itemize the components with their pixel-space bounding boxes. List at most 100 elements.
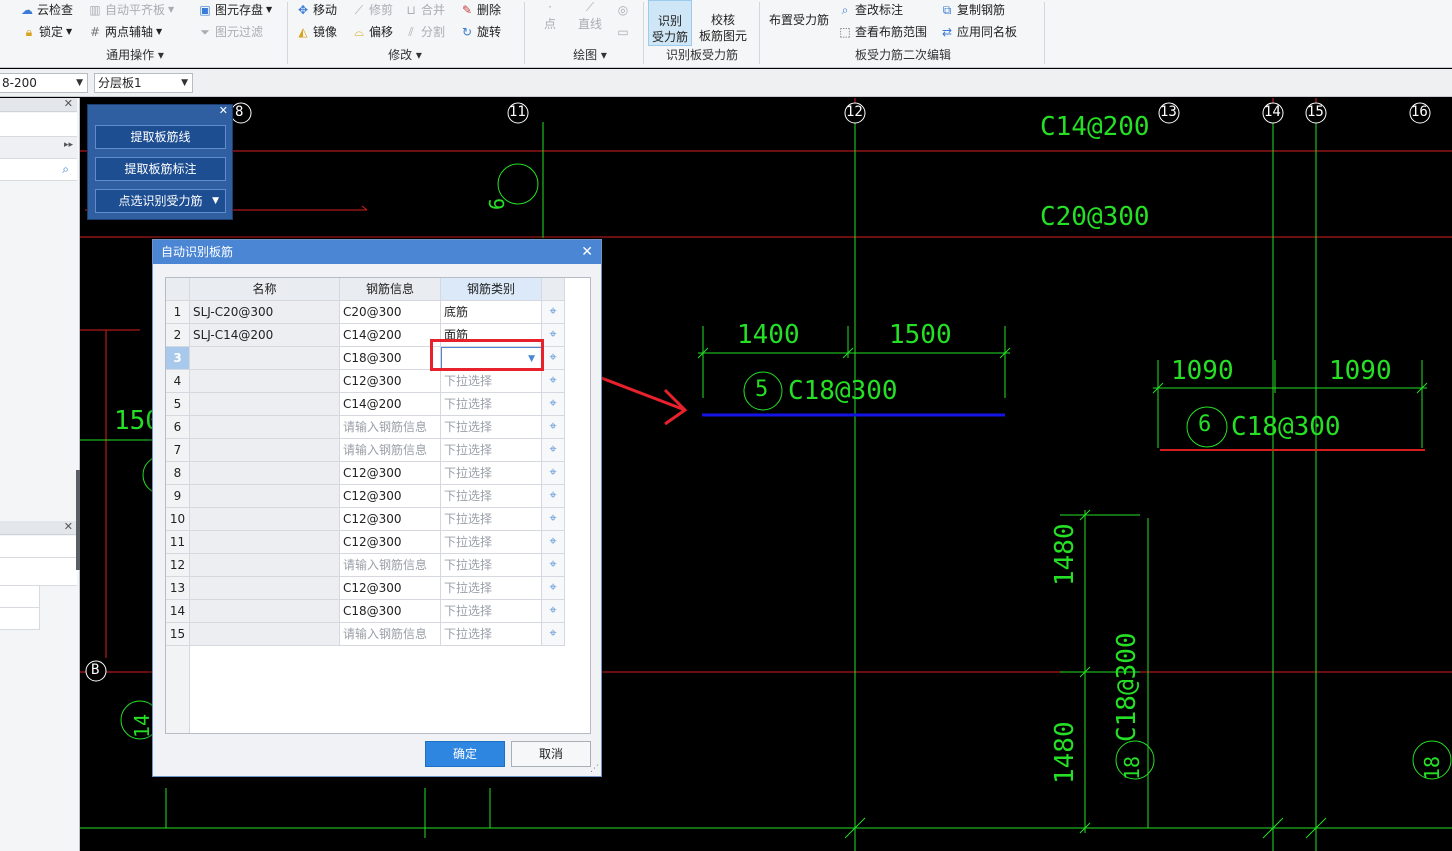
name-cell[interactable] (190, 439, 340, 462)
rebar-type-cell[interactable]: 下拉选择 (441, 554, 542, 577)
view-range-button[interactable]: ⬚ 查看布筋范围 (838, 22, 927, 42)
name-cell[interactable] (190, 393, 340, 416)
place-rebar-button[interactable]: 布置受力筋 (766, 0, 832, 46)
locate-icon[interactable]: ⌖ (542, 600, 565, 623)
point-identify-rebar-button[interactable]: 点选识别受力筋 ▼ (95, 189, 226, 213)
locate-icon[interactable]: ⌖ (542, 577, 565, 600)
layer-select[interactable]: 分层板1 ▼ (94, 73, 193, 93)
move-button[interactable]: ✥ 移动 (296, 0, 337, 20)
rebar-type-cell[interactable]: 下拉选择 (441, 508, 542, 531)
draw-rect-button[interactable]: ▭ (616, 22, 630, 42)
rebar-info-cell[interactable]: C14@200 (340, 324, 441, 347)
element-filter-button[interactable]: ⏷ 图元过滤 (198, 22, 263, 42)
group-label-general[interactable]: 通用操作 ▾ (80, 46, 190, 64)
rebar-info-cell[interactable]: C12@300 (340, 577, 441, 600)
close-icon[interactable]: ✕ (581, 240, 593, 264)
locate-icon[interactable]: ⌖ (542, 554, 565, 577)
rebar-info-cell[interactable]: C18@300 (340, 600, 441, 623)
ok-button[interactable]: 确定 (425, 741, 505, 767)
name-cell[interactable] (190, 416, 340, 439)
locate-icon[interactable]: ⌖ (542, 416, 565, 439)
locate-icon[interactable]: ⌖ (542, 623, 565, 646)
rebar-info-cell[interactable]: 请输入钢筋信息 (340, 623, 441, 646)
rebar-info-cell[interactable]: 请输入钢筋信息 (340, 416, 441, 439)
offset-button[interactable]: ⌓ 偏移 (352, 22, 393, 42)
close-icon[interactable]: ✕ (64, 520, 73, 533)
header-name[interactable]: 名称 (190, 278, 340, 301)
copy-rebar-button[interactable]: ⧉ 复制钢筋 (940, 0, 1005, 20)
rebar-type-cell[interactable]: 下拉选择 (441, 439, 542, 462)
rebar-type-cell[interactable]: 下拉选择 (441, 600, 542, 623)
check-rebar-element-button[interactable]: 校核 板筋图元 (696, 0, 750, 46)
name-cell[interactable] (190, 623, 340, 646)
rebar-info-cell[interactable]: C20@300 (340, 301, 441, 324)
locate-icon[interactable]: ⌖ (542, 347, 565, 370)
rebar-type-cell[interactable]: 下拉选择 (441, 531, 542, 554)
rebar-type-cell[interactable]: 下拉选择 (441, 370, 542, 393)
identify-rebar-button[interactable]: 识别 受力筋 (648, 0, 692, 46)
rotate-button[interactable]: ↻ 旋转 (460, 22, 501, 42)
group-label-draw[interactable]: 绘图 ▾ (540, 46, 640, 64)
locate-icon[interactable]: ⌖ (542, 370, 565, 393)
name-cell[interactable] (190, 508, 340, 531)
name-cell[interactable]: SLJ-C20@300 (190, 301, 340, 324)
auto-align-slab-button[interactable]: ▥ 自动平齐板 ▼ (88, 0, 174, 20)
expand-icon[interactable]: ▸▸ (64, 140, 73, 150)
rebar-info-cell[interactable]: C12@300 (340, 462, 441, 485)
locate-icon[interactable]: ⌖ (542, 462, 565, 485)
locate-icon[interactable]: ⌖ (542, 485, 565, 508)
locate-icon[interactable]: ⌖ (542, 393, 565, 416)
draw-point-button[interactable]: · 点 (543, 0, 557, 31)
locate-icon[interactable]: ⌖ (542, 439, 565, 462)
resize-grip-icon[interactable]: ⋰ (590, 764, 599, 774)
close-icon[interactable]: ✕ (64, 97, 73, 110)
change-label-button[interactable]: ⌕ 查改标注 (838, 0, 903, 20)
rebar-info-cell[interactable]: C18@300 (340, 347, 441, 370)
split-button[interactable]: ⫽ 分割 (404, 22, 445, 42)
rebar-info-cell[interactable]: 请输入钢筋信息 (340, 439, 441, 462)
name-cell[interactable] (190, 485, 340, 508)
cloud-check-button[interactable]: ☁ 云检查 (20, 0, 73, 20)
header-rebar-info[interactable]: 钢筋信息 (340, 278, 441, 301)
rebar-info-cell[interactable]: 请输入钢筋信息 (340, 554, 441, 577)
search-icon[interactable]: ⌕ (62, 162, 69, 177)
name-cell[interactable] (190, 531, 340, 554)
apply-same-name-button[interactable]: ⇄ 应用同名板 (940, 22, 1017, 42)
name-cell[interactable]: SLJ-C14@200 (190, 324, 340, 347)
rebar-type-cell[interactable]: 下拉选择 (441, 577, 542, 600)
header-rebar-type[interactable]: 钢筋类别 (441, 278, 542, 301)
name-cell[interactable] (190, 554, 340, 577)
rebar-type-cell[interactable]: 底筋 (441, 301, 542, 324)
name-cell[interactable] (190, 600, 340, 623)
locate-icon[interactable]: ⌖ (542, 531, 565, 554)
name-cell[interactable] (190, 577, 340, 600)
locate-icon[interactable]: ⌖ (542, 301, 565, 324)
rebar-type-cell[interactable]: 下拉选择 (441, 462, 542, 485)
name-cell[interactable] (190, 370, 340, 393)
component-select[interactable]: 8-200 ▼ (0, 73, 88, 93)
merge-button[interactable]: ⊔ 合并 (404, 0, 445, 20)
rebar-info-cell[interactable]: C14@200 (340, 393, 441, 416)
group-label-modify[interactable]: 修改 ▾ (350, 46, 460, 64)
draw-arc-button[interactable]: ◎ (616, 0, 630, 20)
delete-button[interactable]: ✎ 删除 (460, 0, 501, 20)
mirror-button[interactable]: ◭ 镜像 (296, 22, 337, 42)
rebar-type-cell[interactable]: 下拉选择 (441, 485, 542, 508)
rebar-type-cell[interactable]: 下拉选择 (441, 623, 542, 646)
trim-button[interactable]: ⟋ 修剪 (352, 0, 393, 20)
element-store-button[interactable]: ▣ 图元存盘 ▼ (198, 0, 272, 20)
draw-line-button[interactable]: ⟋ 直线 (578, 0, 602, 31)
rebar-type-cell[interactable]: 下拉选择 (441, 416, 542, 439)
rebar-info-cell[interactable]: C12@300 (340, 531, 441, 554)
name-cell[interactable] (190, 347, 340, 370)
locate-icon[interactable]: ⌖ (542, 324, 565, 347)
cancel-button[interactable]: 取消 (511, 741, 591, 767)
rebar-info-cell[interactable]: C12@300 (340, 508, 441, 531)
locate-icon[interactable]: ⌖ (542, 508, 565, 531)
lock-button[interactable]: 🔒︎ 锁定 ▼ (22, 22, 72, 42)
name-cell[interactable] (190, 462, 340, 485)
panel-search-row[interactable]: ⌕ (0, 159, 77, 181)
rebar-info-cell[interactable]: C12@300 (340, 370, 441, 393)
rebar-info-cell[interactable]: C12@300 (340, 485, 441, 508)
extract-rebar-lines-button[interactable]: 提取板筋线 (95, 125, 226, 149)
